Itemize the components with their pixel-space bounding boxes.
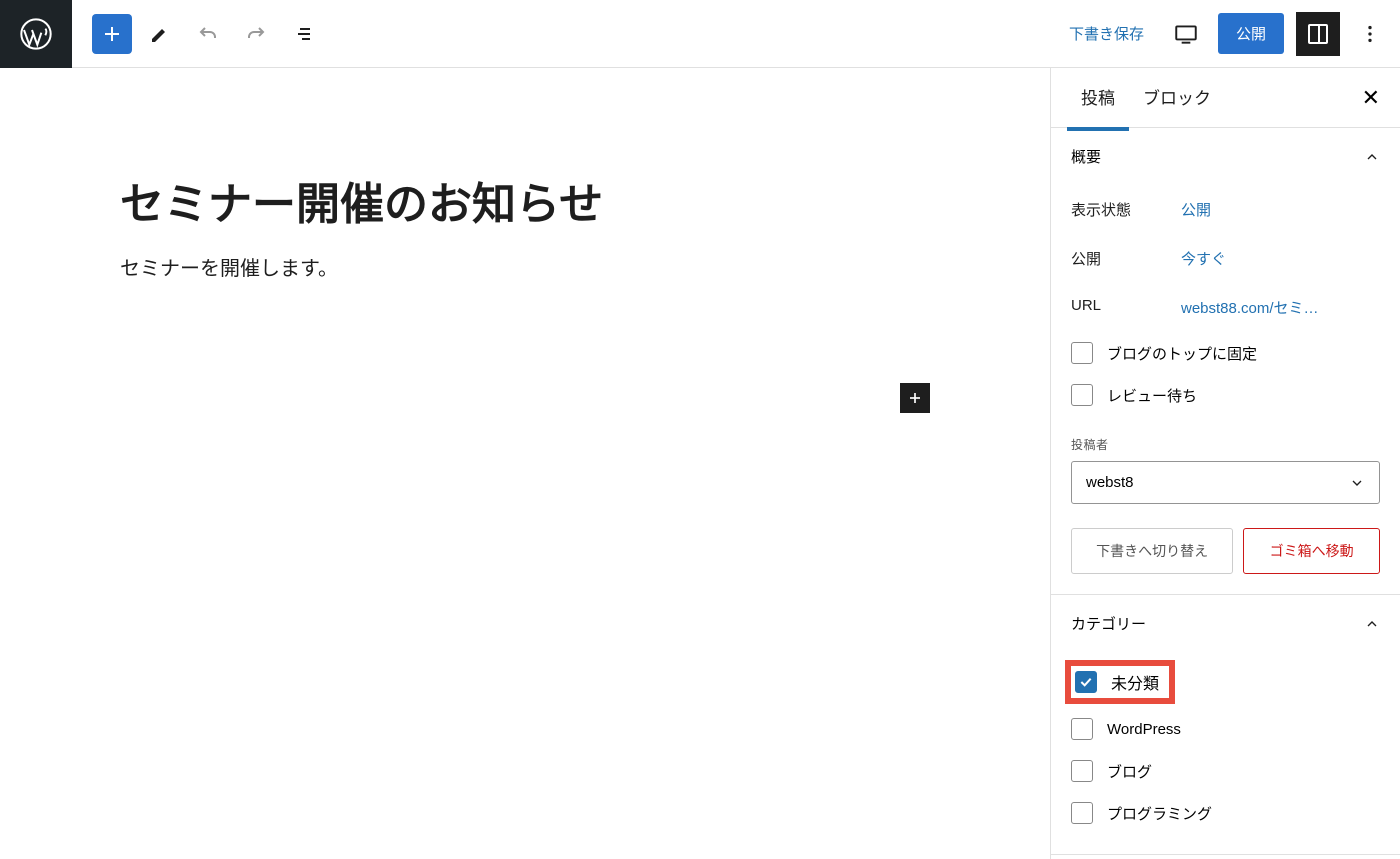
- visibility-label: 表示状態: [1071, 199, 1181, 220]
- pending-review-checkbox[interactable]: [1071, 384, 1093, 406]
- categories-panel-header[interactable]: カテゴリー: [1051, 595, 1400, 652]
- author-select[interactable]: webst8: [1071, 461, 1380, 504]
- publish-date-label: 公開: [1071, 248, 1181, 269]
- publish-date-value[interactable]: 今すぐ: [1181, 248, 1226, 269]
- author-field-label: 投稿者: [1071, 436, 1380, 453]
- summary-label: 概要: [1071, 146, 1101, 167]
- add-block-button[interactable]: [92, 14, 132, 54]
- close-icon[interactable]: ✕: [1358, 81, 1384, 115]
- category-checkbox-programming[interactable]: [1071, 802, 1093, 824]
- url-value[interactable]: webst88.com/セミ…: [1181, 297, 1319, 318]
- category-checkbox-wordpress[interactable]: [1071, 718, 1093, 740]
- sticky-checkbox[interactable]: [1071, 342, 1093, 364]
- publish-button[interactable]: 公開: [1218, 13, 1284, 54]
- redo-icon[interactable]: [236, 14, 276, 54]
- edit-icon[interactable]: [140, 14, 180, 54]
- undo-icon[interactable]: [188, 14, 228, 54]
- tab-block[interactable]: ブロック: [1129, 68, 1225, 131]
- post-body[interactable]: セミナーを開催します。: [120, 252, 930, 281]
- categories-label: カテゴリー: [1071, 613, 1146, 634]
- add-block-inline-button[interactable]: [900, 383, 930, 413]
- category-highlight: 未分類: [1065, 660, 1175, 704]
- settings-panel-toggle[interactable]: [1296, 12, 1340, 56]
- category-checkbox-uncategorized[interactable]: [1075, 671, 1097, 693]
- category-label: WordPress: [1107, 721, 1181, 738]
- chevron-up-icon: [1364, 616, 1380, 632]
- category-label: 未分類: [1111, 670, 1159, 694]
- visibility-value[interactable]: 公開: [1181, 199, 1211, 220]
- save-draft-button[interactable]: 下書き保存: [1059, 17, 1154, 50]
- chevron-down-icon: [1349, 475, 1365, 491]
- editor-canvas[interactable]: セミナー開催のお知らせ セミナーを開催します。: [0, 68, 1050, 859]
- category-label: ブログ: [1107, 761, 1152, 782]
- chevron-up-icon: [1364, 149, 1380, 165]
- document-outline-icon[interactable]: [284, 14, 324, 54]
- category-checkbox-blog[interactable]: [1071, 760, 1093, 782]
- url-label: URL: [1071, 297, 1181, 318]
- category-label: プログラミング: [1107, 803, 1212, 824]
- summary-panel-header[interactable]: 概要: [1051, 128, 1400, 185]
- wordpress-logo[interactable]: [0, 0, 72, 68]
- pending-review-label: レビュー待ち: [1107, 385, 1197, 406]
- post-title[interactable]: セミナー開催のお知らせ: [120, 168, 930, 232]
- move-to-trash-button[interactable]: ゴミ箱へ移動: [1243, 528, 1380, 574]
- more-options-icon[interactable]: [1352, 16, 1388, 52]
- preview-icon[interactable]: [1166, 14, 1206, 54]
- settings-sidebar: 投稿 ブロック ✕ 概要 表示状態 公開 公開 今すぐ URL we: [1050, 68, 1400, 859]
- switch-to-draft-button[interactable]: 下書きへ切り替え: [1071, 528, 1233, 574]
- tab-post[interactable]: 投稿: [1067, 68, 1129, 131]
- sticky-label: ブログのトップに固定: [1107, 343, 1257, 364]
- author-value: webst8: [1086, 474, 1134, 491]
